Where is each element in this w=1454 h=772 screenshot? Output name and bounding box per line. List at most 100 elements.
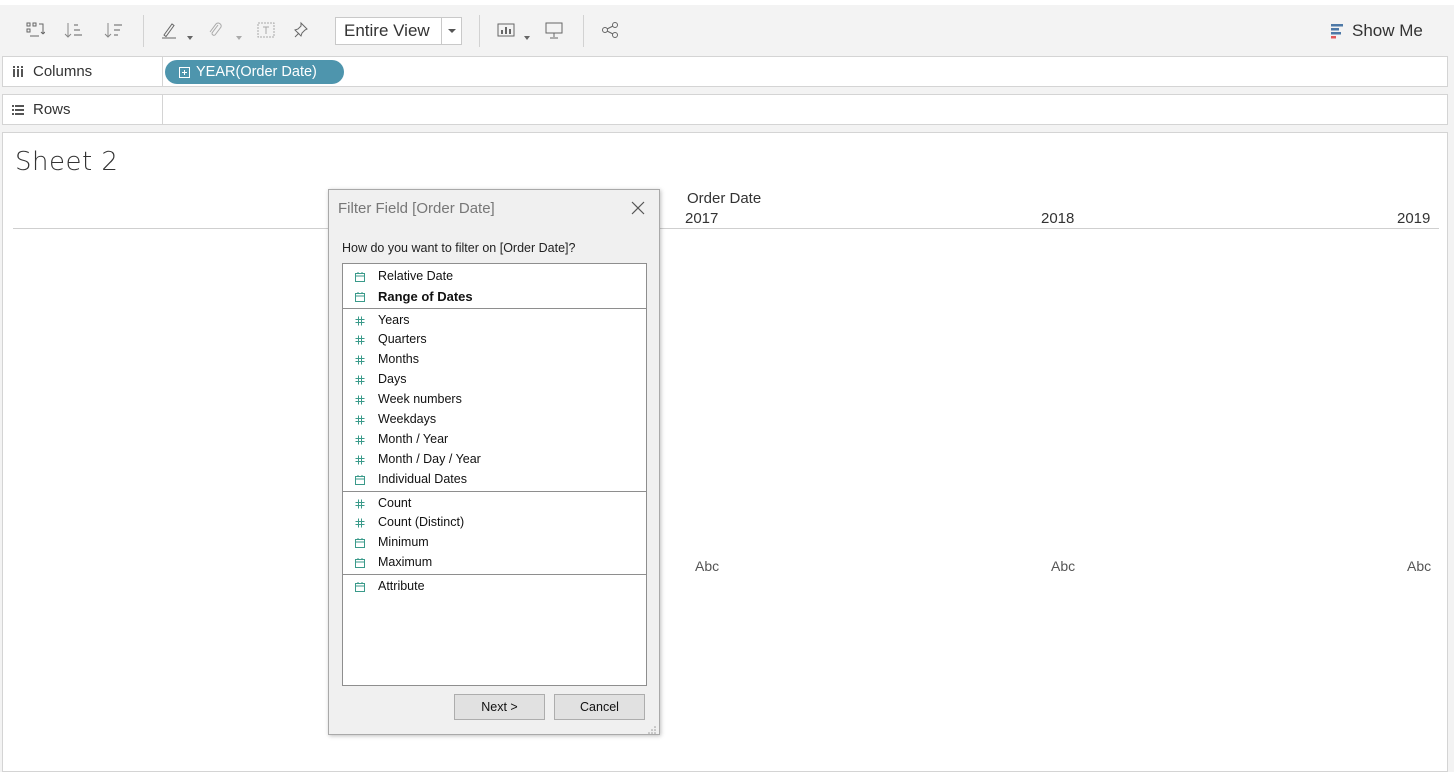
list-item[interactable]: Days [343,369,646,389]
columns-label: Columns [33,63,93,80]
list-item[interactable]: Quarters [343,329,646,349]
list-item[interactable]: Months [343,349,646,369]
cell-abc[interactable]: Abc [1407,558,1431,574]
sheet-title: Sheet 2 [15,147,119,177]
chevron-down-icon[interactable] [524,28,530,40]
hash-icon [355,434,365,445]
cell-abc[interactable]: Abc [1051,558,1075,574]
fit-dropdown-value: Entire View [344,21,430,40]
list-item[interactable]: Count [343,493,646,513]
rows-icon [12,104,24,115]
presentation-mode-icon[interactable] [543,17,565,43]
close-icon[interactable] [629,199,647,217]
column-field-header[interactable]: Order Date [687,190,761,207]
list-item[interactable]: Week numbers [343,389,646,409]
toolbar: Entire View Show Me [0,5,1454,55]
hash-icon [355,374,365,385]
list-item[interactable]: Maximum [343,552,646,572]
list-item-label: Individual Dates [378,472,467,486]
year-order-date-pill[interactable]: YEAR(Order Date) [165,60,344,84]
columns-shelf-label: Columns [3,57,163,86]
expand-plus-icon[interactable] [179,66,190,78]
list-item[interactable]: Range of Dates [343,286,646,306]
hash-icon [355,354,365,365]
paperclip-icon[interactable] [204,17,226,43]
highlight-icon[interactable] [158,17,180,43]
calendar-icon [355,271,365,282]
header-divider [13,228,1439,229]
calendar-icon [355,537,365,548]
list-item-label: Count (Distinct) [378,515,465,529]
sort-descending-icon[interactable] [103,17,125,43]
filter-field-dialog: Filter Field [Order Date] How do you wan… [328,189,660,735]
columns-icon [13,65,23,77]
list-item-label: Minimum [378,535,429,549]
year-header-2018[interactable]: 2018 [1041,210,1074,227]
hash-icon [355,454,365,465]
list-item[interactable]: Weekdays [343,409,646,429]
list-divider [343,491,646,492]
resize-grip-icon[interactable] [647,722,657,734]
list-item-label: Days [378,372,407,386]
hash-icon [355,334,365,345]
cell-abc[interactable]: Abc [695,558,719,574]
chevron-down-icon[interactable] [236,28,242,40]
list-item-label: Week numbers [378,392,462,406]
list-divider [343,574,646,575]
toolbar-separator [479,15,480,47]
show-me-button[interactable]: Show Me [1330,21,1423,41]
columns-shelf[interactable]: Columns YEAR(Order Date) [2,56,1448,87]
show-me-icon [1331,24,1343,39]
list-item-label: Attribute [378,579,425,593]
pill-label: YEAR(Order Date) [196,64,317,80]
swap-rows-columns-icon[interactable] [24,17,46,43]
rows-label: Rows [33,101,71,118]
fit-dropdown[interactable]: Entire View [335,17,462,45]
list-item[interactable]: Years [343,310,646,330]
hash-icon [355,498,365,509]
list-item-label: Count [378,496,412,510]
list-item-label: Weekdays [378,412,437,426]
rows-shelf[interactable]: Rows [2,94,1448,125]
list-item-label: Maximum [378,555,433,569]
chevron-down-icon[interactable] [441,18,461,44]
list-item[interactable]: Month / Day / Year [343,449,646,469]
list-item[interactable]: Attribute [343,576,646,596]
calendar-icon [355,291,365,302]
list-item-label: Month / Year [378,432,449,446]
next-button[interactable]: Next > [454,694,545,720]
cancel-button[interactable]: Cancel [554,694,645,720]
year-header-2019[interactable]: 2019 [1397,210,1430,227]
show-me-label: Show Me [1352,21,1423,40]
list-item-label: Quarters [378,332,427,346]
hash-icon [355,315,365,326]
list-item-label: Relative Date [378,269,454,283]
rows-shelf-label: Rows [3,95,163,124]
share-icon[interactable] [599,17,621,43]
list-item-label: Range of Dates [378,289,473,304]
list-item[interactable]: Relative Date [343,266,646,286]
pin-icon[interactable] [292,17,314,43]
calendar-icon [355,557,365,568]
toolbar-separator [143,15,144,47]
chevron-down-icon[interactable] [187,28,193,40]
hash-icon [355,394,365,405]
calendar-icon [355,474,365,485]
calendar-icon [355,581,365,592]
filter-type-list[interactable]: Relative Date Range of Dates Years Quarters… [342,263,647,686]
view-canvas[interactable]: Sheet 2 Order Date 2017 2018 2019 Abc Ab… [2,132,1448,772]
year-header-2017[interactable]: 2017 [685,210,718,227]
text-box-icon[interactable] [255,17,277,43]
list-divider [343,308,646,309]
list-item-label: Years [378,313,410,327]
list-item[interactable]: Month / Year [343,429,646,449]
hash-icon [355,517,365,528]
hash-icon [355,414,365,425]
list-item[interactable]: Count (Distinct) [343,512,646,532]
dialog-question: How do you want to filter on [Order Date… [342,241,576,255]
list-item[interactable]: Individual Dates [343,469,646,489]
list-item-label: Months [378,352,419,366]
sort-ascending-icon[interactable] [63,17,85,43]
list-item[interactable]: Minimum [343,532,646,552]
show-labels-icon[interactable] [495,17,517,43]
